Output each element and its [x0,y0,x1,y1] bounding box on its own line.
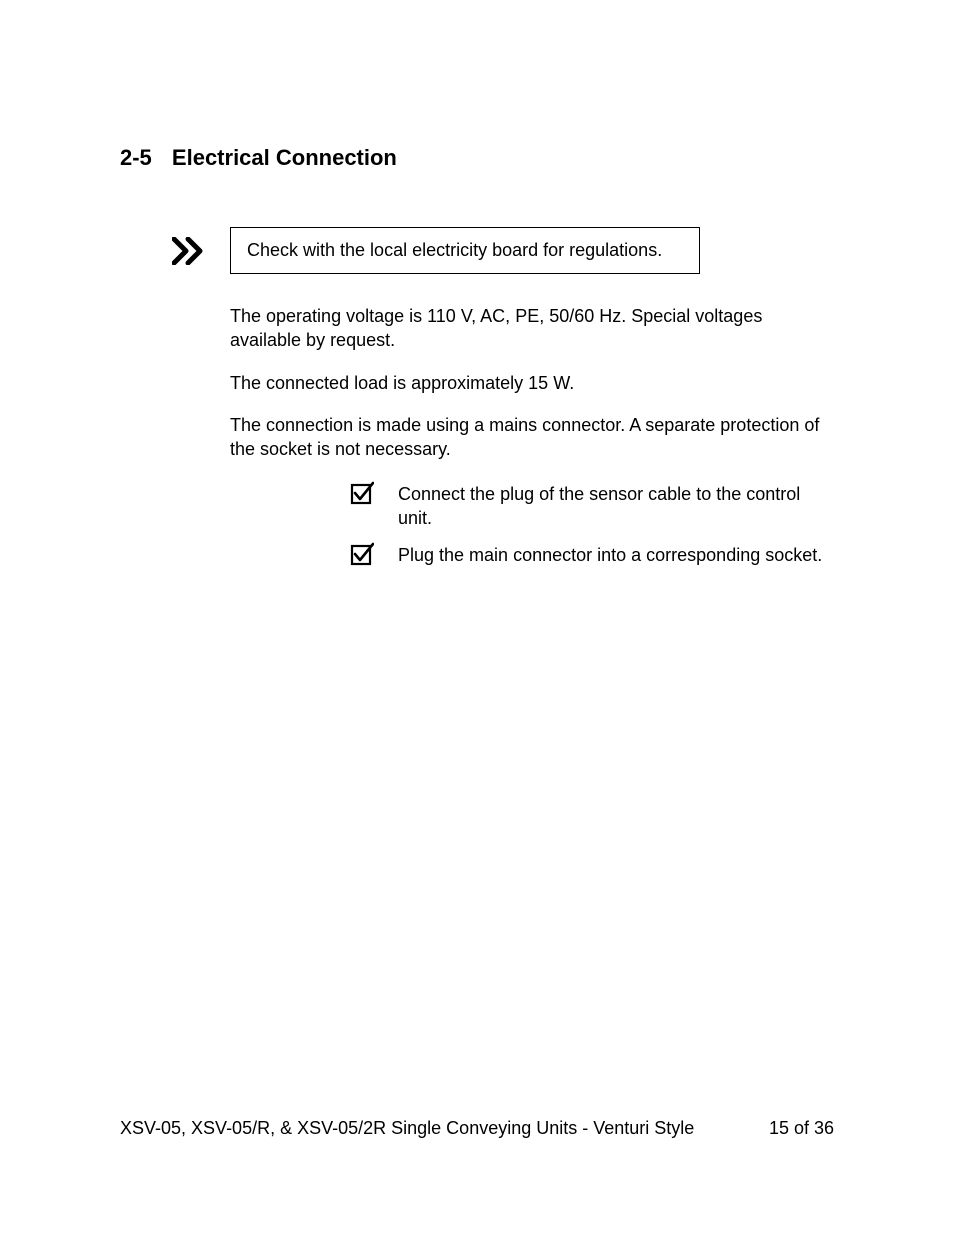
check-text: Plug the main connector into a correspon… [398,544,822,567]
paragraph: The connected load is approximately 15 W… [230,371,834,395]
attention-icon [170,237,210,265]
check-item: Plug the main connector into a correspon… [350,544,834,571]
page-footer: XSV-05, XSV-05/R, & XSV-05/2R Single Con… [120,1118,834,1139]
section-number: 2-5 [120,145,152,171]
check-item: Connect the plug of the sensor cable to … [350,483,834,530]
notice-text: Check with the local electricity board f… [247,240,662,260]
footer-page-number: 15 of 36 [769,1118,834,1139]
checkbox-checked-icon [350,542,378,571]
notice-row: Check with the local electricity board f… [120,227,834,274]
paragraph: The connection is made using a mains con… [230,413,834,462]
checkbox-checked-icon [350,481,378,510]
section-title: Electrical Connection [172,145,397,170]
section-heading: 2-5 Electrical Connection [120,145,834,171]
footer-title: XSV-05, XSV-05/R, & XSV-05/2R Single Con… [120,1118,729,1139]
check-list: Connect the plug of the sensor cable to … [350,483,834,571]
paragraph: The operating voltage is 110 V, AC, PE, … [230,304,834,353]
document-page: 2-5 Electrical Connection Check with the… [0,0,954,571]
notice-box: Check with the local electricity board f… [230,227,700,274]
body-block: The operating voltage is 110 V, AC, PE, … [230,304,834,571]
check-text: Connect the plug of the sensor cable to … [398,483,834,530]
